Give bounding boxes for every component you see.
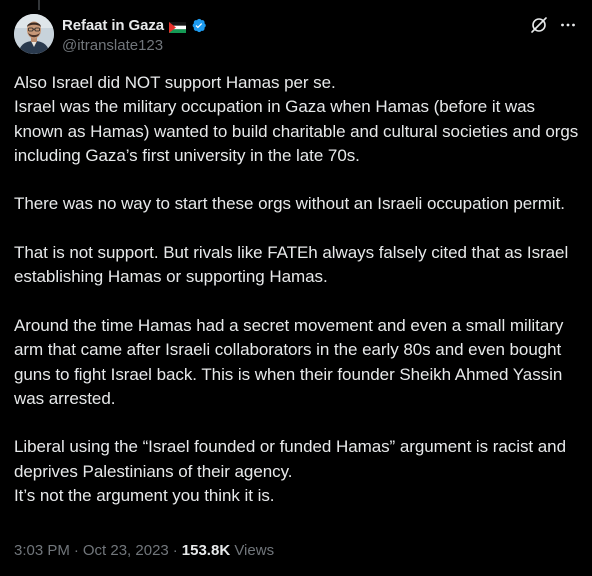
tweet-text: Also Israel did NOT support Hamas per se… — [14, 73, 579, 506]
avatar[interactable] — [14, 14, 54, 54]
author-handle[interactable]: @itranslate123 — [62, 37, 207, 54]
tweet-date[interactable]: Oct 23, 2023 — [83, 542, 169, 559]
views-label: Views — [234, 542, 275, 559]
tweet-time[interactable]: 3:03 PM — [14, 542, 70, 559]
grok-icon[interactable] — [530, 16, 548, 34]
verified-badge-icon[interactable] — [190, 17, 207, 34]
display-name-row: Refaat in Gaza — [62, 16, 207, 34]
tweet-actions — [530, 16, 576, 34]
thread-connector-line — [38, 0, 40, 10]
views-count: 153.8K — [181, 542, 231, 559]
meta-separator: · — [73, 542, 79, 559]
avatar-image — [14, 14, 54, 54]
author-names: Refaat in Gaza @itranslate123 — [62, 16, 207, 54]
palestine-flag-icon — [168, 20, 186, 33]
tweet-metadata: 3:03 PM · Oct 23, 2023 · 153.8K Views — [14, 542, 274, 559]
display-name[interactable]: Refaat in Gaza — [62, 17, 164, 34]
meta-separator: · — [172, 542, 178, 559]
tweet-header: Refaat in Gaza @itranslate123 — [14, 14, 580, 58]
more-options-icon[interactable] — [560, 16, 576, 34]
